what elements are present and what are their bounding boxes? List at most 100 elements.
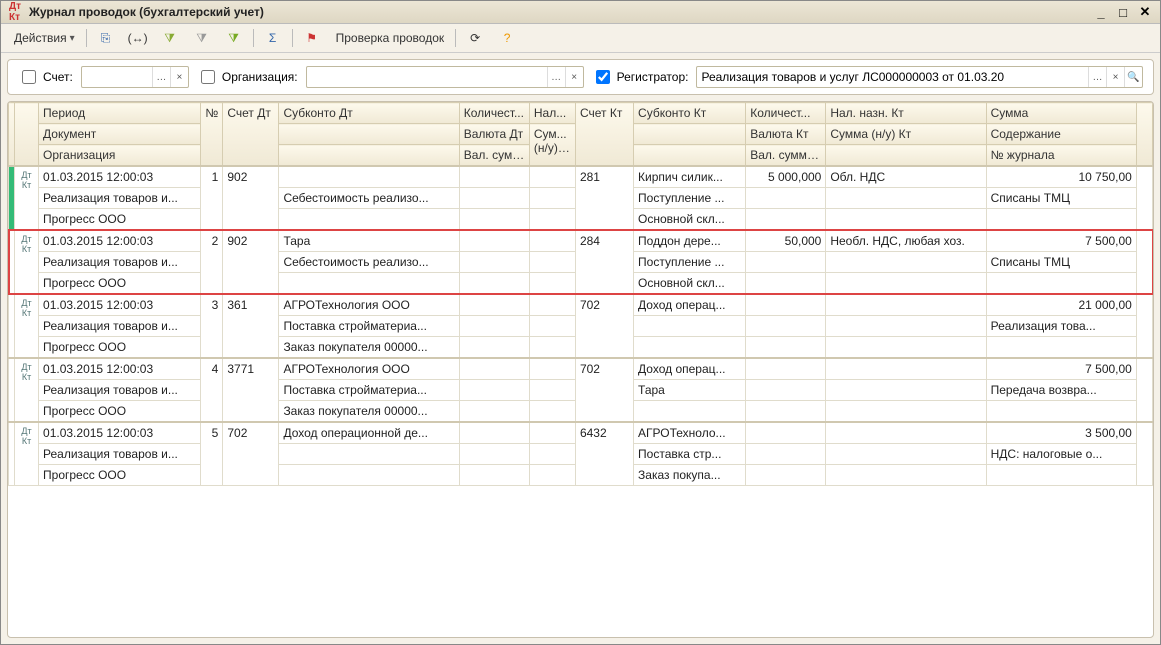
reg-filter-label: Регистратор: (617, 70, 689, 84)
cell-val-dt (459, 380, 529, 401)
cell-nu-dt2 (529, 337, 575, 359)
cell-acc-dt: 3771 (223, 358, 279, 422)
account-filter-input[interactable] (82, 68, 152, 86)
org-filter-checkbox[interactable] (201, 70, 215, 84)
cell-org: Прогресс ООО (39, 209, 201, 231)
col-val-kt[interactable]: Валюта Кт (746, 124, 826, 145)
cell-sum: 21 000,00 (986, 294, 1136, 316)
cell-sumnu-dt (529, 252, 575, 273)
col-nal-kt[interactable]: Нал. назн. Кт (826, 103, 986, 124)
reg-search-icon[interactable]: 🔍 (1124, 67, 1142, 87)
reg-clear-icon[interactable]: × (1106, 67, 1124, 87)
cell-sub-kt2: Поставка стр... (634, 444, 746, 465)
col-org[interactable]: Организация (39, 145, 201, 167)
filter-by-value-icon[interactable]: ⧩ (155, 27, 185, 49)
col-sub-dt[interactable]: Субконто Дт (279, 103, 459, 124)
cell-sumnu-kt (826, 444, 986, 465)
col-sub-dt3[interactable] (279, 145, 459, 167)
cell-sub-kt2 (634, 316, 746, 337)
account-select-icon[interactable]: … (152, 67, 170, 87)
reg-filter-input[interactable] (697, 68, 1088, 86)
col-valsum-dt[interactable]: Вал. сумма Дт (459, 145, 529, 167)
col-acc-kt[interactable]: Счет Кт (575, 103, 633, 167)
cell-journal (986, 209, 1136, 231)
col-acc-dt[interactable]: Счет Дт (223, 103, 279, 167)
cell-sum: 10 750,00 (986, 166, 1136, 188)
org-clear-icon[interactable]: × (565, 67, 583, 87)
cell-valsum-dt (459, 465, 529, 486)
col-val-dt[interactable]: Валюта Дт (459, 124, 529, 145)
cell-sub-dt3 (279, 273, 459, 295)
col-sumnu-dt[interactable]: Сум...(н/у) Дт (529, 124, 575, 167)
col-content[interactable]: Содержание (986, 124, 1136, 145)
maximize-button[interactable]: □ (1114, 4, 1132, 20)
cell-content: Списаны ТМЦ (986, 252, 1136, 273)
org-filter-input[interactable] (307, 68, 547, 86)
reg-select-icon[interactable]: … (1088, 67, 1106, 87)
table-row[interactable]: ДтКт01.03.2015 12:00:033361АГРОТехнологи… (9, 294, 1153, 358)
col-sub-kt3[interactable] (634, 145, 746, 167)
reg-filter-checkbox[interactable] (596, 70, 610, 84)
minimize-button[interactable]: _ (1092, 4, 1110, 20)
col-sub-kt[interactable]: Субконто Кт (634, 103, 746, 124)
cell-nal-kt (826, 422, 986, 444)
col-sumnu-kt[interactable]: Сумма (н/у) Кт (826, 124, 986, 145)
cell-valsum-kt (746, 401, 826, 423)
flag-icon[interactable]: ⚑ (297, 27, 327, 49)
cell-valsum-kt (746, 465, 826, 486)
cell-val-dt (459, 188, 529, 209)
col-qty-kt[interactable]: Количест... (746, 103, 826, 124)
cell-nu-dt2 (529, 401, 575, 423)
reload-icon[interactable]: ⟳ (460, 27, 490, 49)
cell-sub-kt3: Основной скл... (634, 273, 746, 295)
col-n[interactable]: № (201, 103, 223, 167)
col-sum[interactable]: Сумма (986, 103, 1136, 124)
org-select-icon[interactable]: … (547, 67, 565, 87)
filter-settings-icon[interactable]: ⧩ (219, 27, 249, 49)
cell-sub-kt: АГРОТехноло... (634, 422, 746, 444)
cell-sumnu-kt (826, 316, 986, 337)
col-journal[interactable]: № журнала (986, 145, 1136, 167)
table-row[interactable]: ДтКт01.03.2015 12:00:0343771АГРОТехнолог… (9, 358, 1153, 422)
cell-n: 4 (201, 358, 223, 422)
actions-menu[interactable]: Действия (7, 27, 82, 49)
cell-nal-kt (826, 358, 986, 380)
col-qty-dt[interactable]: Количест... (459, 103, 529, 124)
col-valsum-kt[interactable]: Вал. сумма Кт (746, 145, 826, 167)
col-sub-kt2[interactable] (634, 124, 746, 145)
table-row[interactable]: ДтКт01.03.2015 12:00:032902Тара284Поддон… (9, 230, 1153, 294)
cell-val-dt (459, 316, 529, 337)
col-sub-dt2[interactable] (279, 124, 459, 145)
cell-qty-dt (459, 422, 529, 444)
col-nal-dt[interactable]: Нал... (529, 103, 575, 124)
cell-journal (986, 337, 1136, 359)
col-nal-kt2[interactable] (826, 145, 986, 167)
cell-sum: 7 500,00 (986, 358, 1136, 380)
cell-sub-dt: Тара (279, 230, 459, 252)
sum-icon[interactable]: Σ (258, 27, 288, 49)
cell-valsum-dt (459, 273, 529, 295)
org-filter-label: Организация: (222, 70, 298, 84)
table-row[interactable]: ДтКт01.03.2015 12:00:035702Доход операци… (9, 422, 1153, 486)
filter-off-icon[interactable]: ⧩ (187, 27, 217, 49)
cell-acc-kt: 702 (575, 294, 633, 358)
check-entries-link[interactable]: Проверка проводок (329, 27, 452, 49)
cell-content: Списаны ТМЦ (986, 188, 1136, 209)
cell-acc-kt: 284 (575, 230, 633, 294)
cell-valsum-dt (459, 401, 529, 423)
cell-sub-dt3: Заказ покупателя 00000... (279, 401, 459, 423)
cell-sub-dt3 (279, 209, 459, 231)
cell-qty-dt (459, 166, 529, 188)
account-filter-checkbox[interactable] (22, 70, 36, 84)
col-period[interactable]: Период (39, 103, 201, 124)
cell-period: 01.03.2015 12:00:03 (39, 230, 201, 252)
close-button[interactable]: ✕ (1136, 4, 1154, 20)
reg-filter-input-wrap: … × 🔍 (696, 66, 1143, 88)
refresh-list-icon[interactable]: ⎘ (91, 27, 121, 49)
help-icon[interactable]: ? (492, 27, 522, 49)
entries-grid[interactable]: Период № Счет Дт Субконто Дт Количест...… (8, 102, 1153, 486)
table-row[interactable]: ДтКт01.03.2015 12:00:031902281Кирпич сил… (9, 166, 1153, 230)
col-document[interactable]: Документ (39, 124, 201, 145)
account-clear-icon[interactable]: × (170, 67, 188, 87)
goto-icon[interactable]: (↔) (123, 27, 153, 49)
